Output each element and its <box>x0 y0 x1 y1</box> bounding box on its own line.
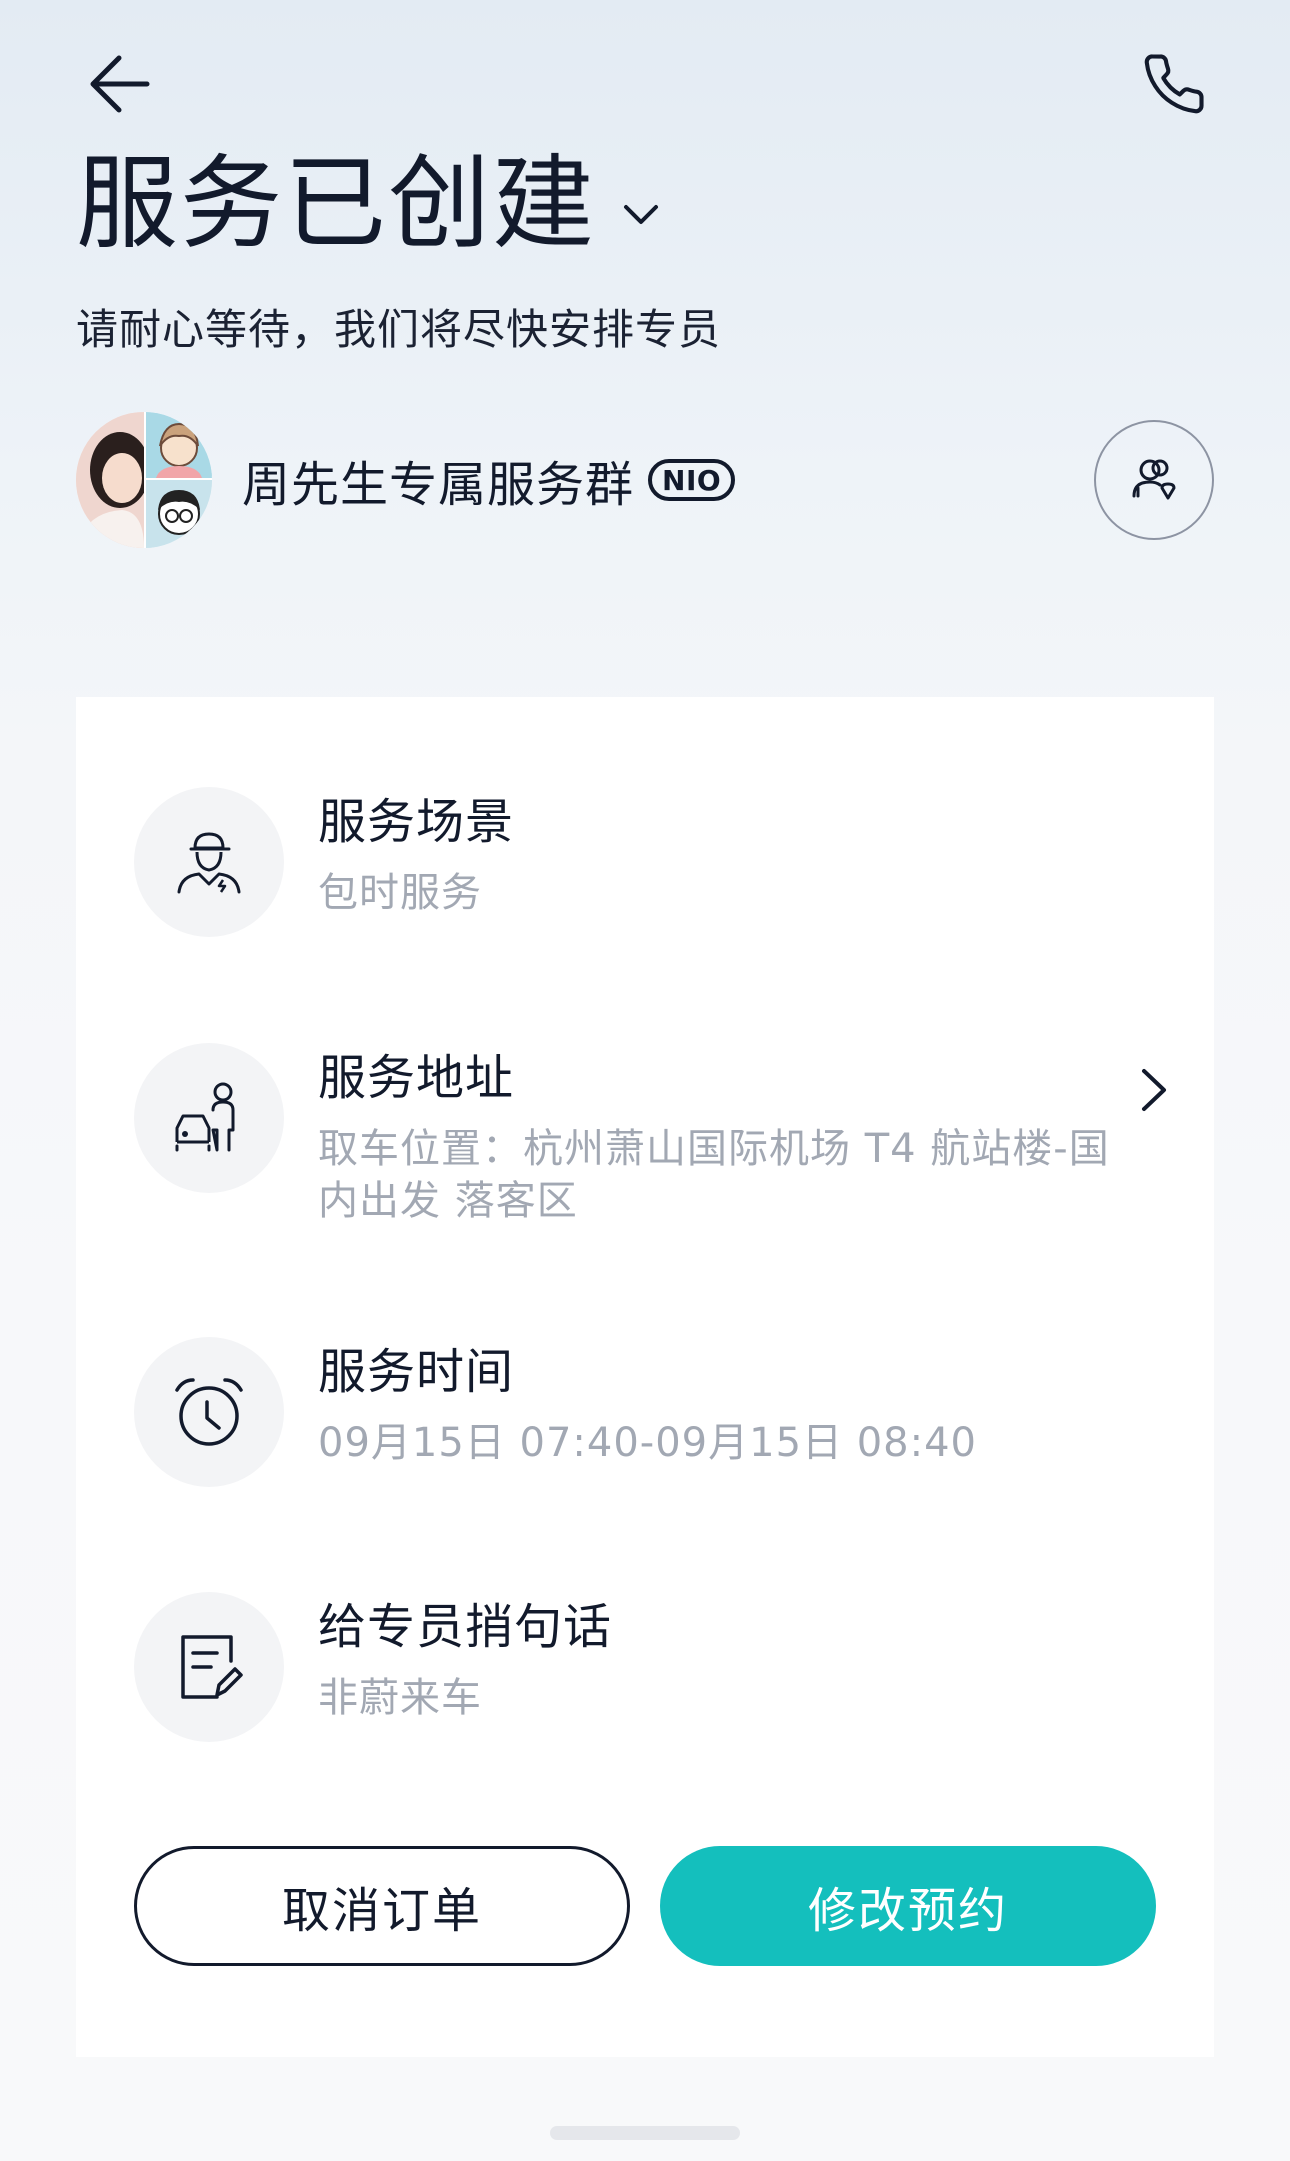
item-value: 取车位置：杭州萧山国际机场 T4 航站楼-国内出发 落客区 <box>318 1126 1110 1224</box>
item-value: 非蔚来车 <box>318 1675 482 1721</box>
item-label: 服务地址 <box>318 1050 515 1106</box>
status-subtitle: 请耐心等待，我们将尽快安排专员 <box>76 305 722 354</box>
detail-item-message: 给专员捎句话 非蔚来车 <box>134 1592 1194 1742</box>
detail-item-time: 服务时间 09月15日 07:40-09月15日 08:40 <box>134 1337 1194 1487</box>
page-title: 服务已创建 <box>76 145 596 264</box>
avatar-member-2 <box>146 412 212 478</box>
avatar-member-1 <box>76 412 150 548</box>
group-name: 周先生专属服务群 <box>242 457 635 513</box>
chevron-down-icon <box>624 205 658 224</box>
note-edit-icon <box>181 1635 243 1699</box>
arrow-left-icon <box>90 55 150 113</box>
modify-booking-button[interactable]: 修改预约 <box>660 1846 1156 1966</box>
detail-item-address[interactable]: 服务地址 取车位置：杭州萧山国际机场 T4 航站楼-国内出发 落客区 <box>134 1043 1194 1227</box>
item-value: 09月15日 07:40-09月15日 08:40 <box>318 1420 978 1466</box>
status-title-dropdown[interactable]: 服务已创建 <box>76 140 664 270</box>
service-group-entry[interactable]: 周先生专属服务群 NIO <box>76 412 736 548</box>
item-value: 包时服务 <box>318 870 482 916</box>
alarm-clock-icon <box>175 1378 243 1446</box>
item-icon-container <box>134 1043 284 1193</box>
item-icon-container <box>134 1337 284 1487</box>
group-avatar <box>76 412 212 548</box>
car-person-icon <box>175 1082 235 1152</box>
call-button[interactable] <box>1116 26 1232 142</box>
avatar-member-3 <box>146 480 212 548</box>
item-label: 给专员捎句话 <box>318 1599 613 1655</box>
item-icon-container <box>134 1592 284 1742</box>
home-indicator <box>550 2126 740 2140</box>
item-label: 服务时间 <box>318 1344 515 1400</box>
nio-badge: NIO <box>648 459 736 501</box>
contact-staff-button[interactable] <box>1094 420 1214 540</box>
item-label: 服务场景 <box>318 794 515 850</box>
chevron-right-icon <box>1142 1069 1166 1111</box>
cancel-order-button[interactable]: 取消订单 <box>134 1846 630 1966</box>
phone-icon <box>1144 54 1204 114</box>
detail-item-scene: 服务场景 包时服务 <box>134 787 1194 937</box>
item-icon-container <box>134 787 284 937</box>
people-icon <box>1132 459 1176 500</box>
driver-icon <box>177 832 241 894</box>
back-button[interactable] <box>64 28 176 140</box>
